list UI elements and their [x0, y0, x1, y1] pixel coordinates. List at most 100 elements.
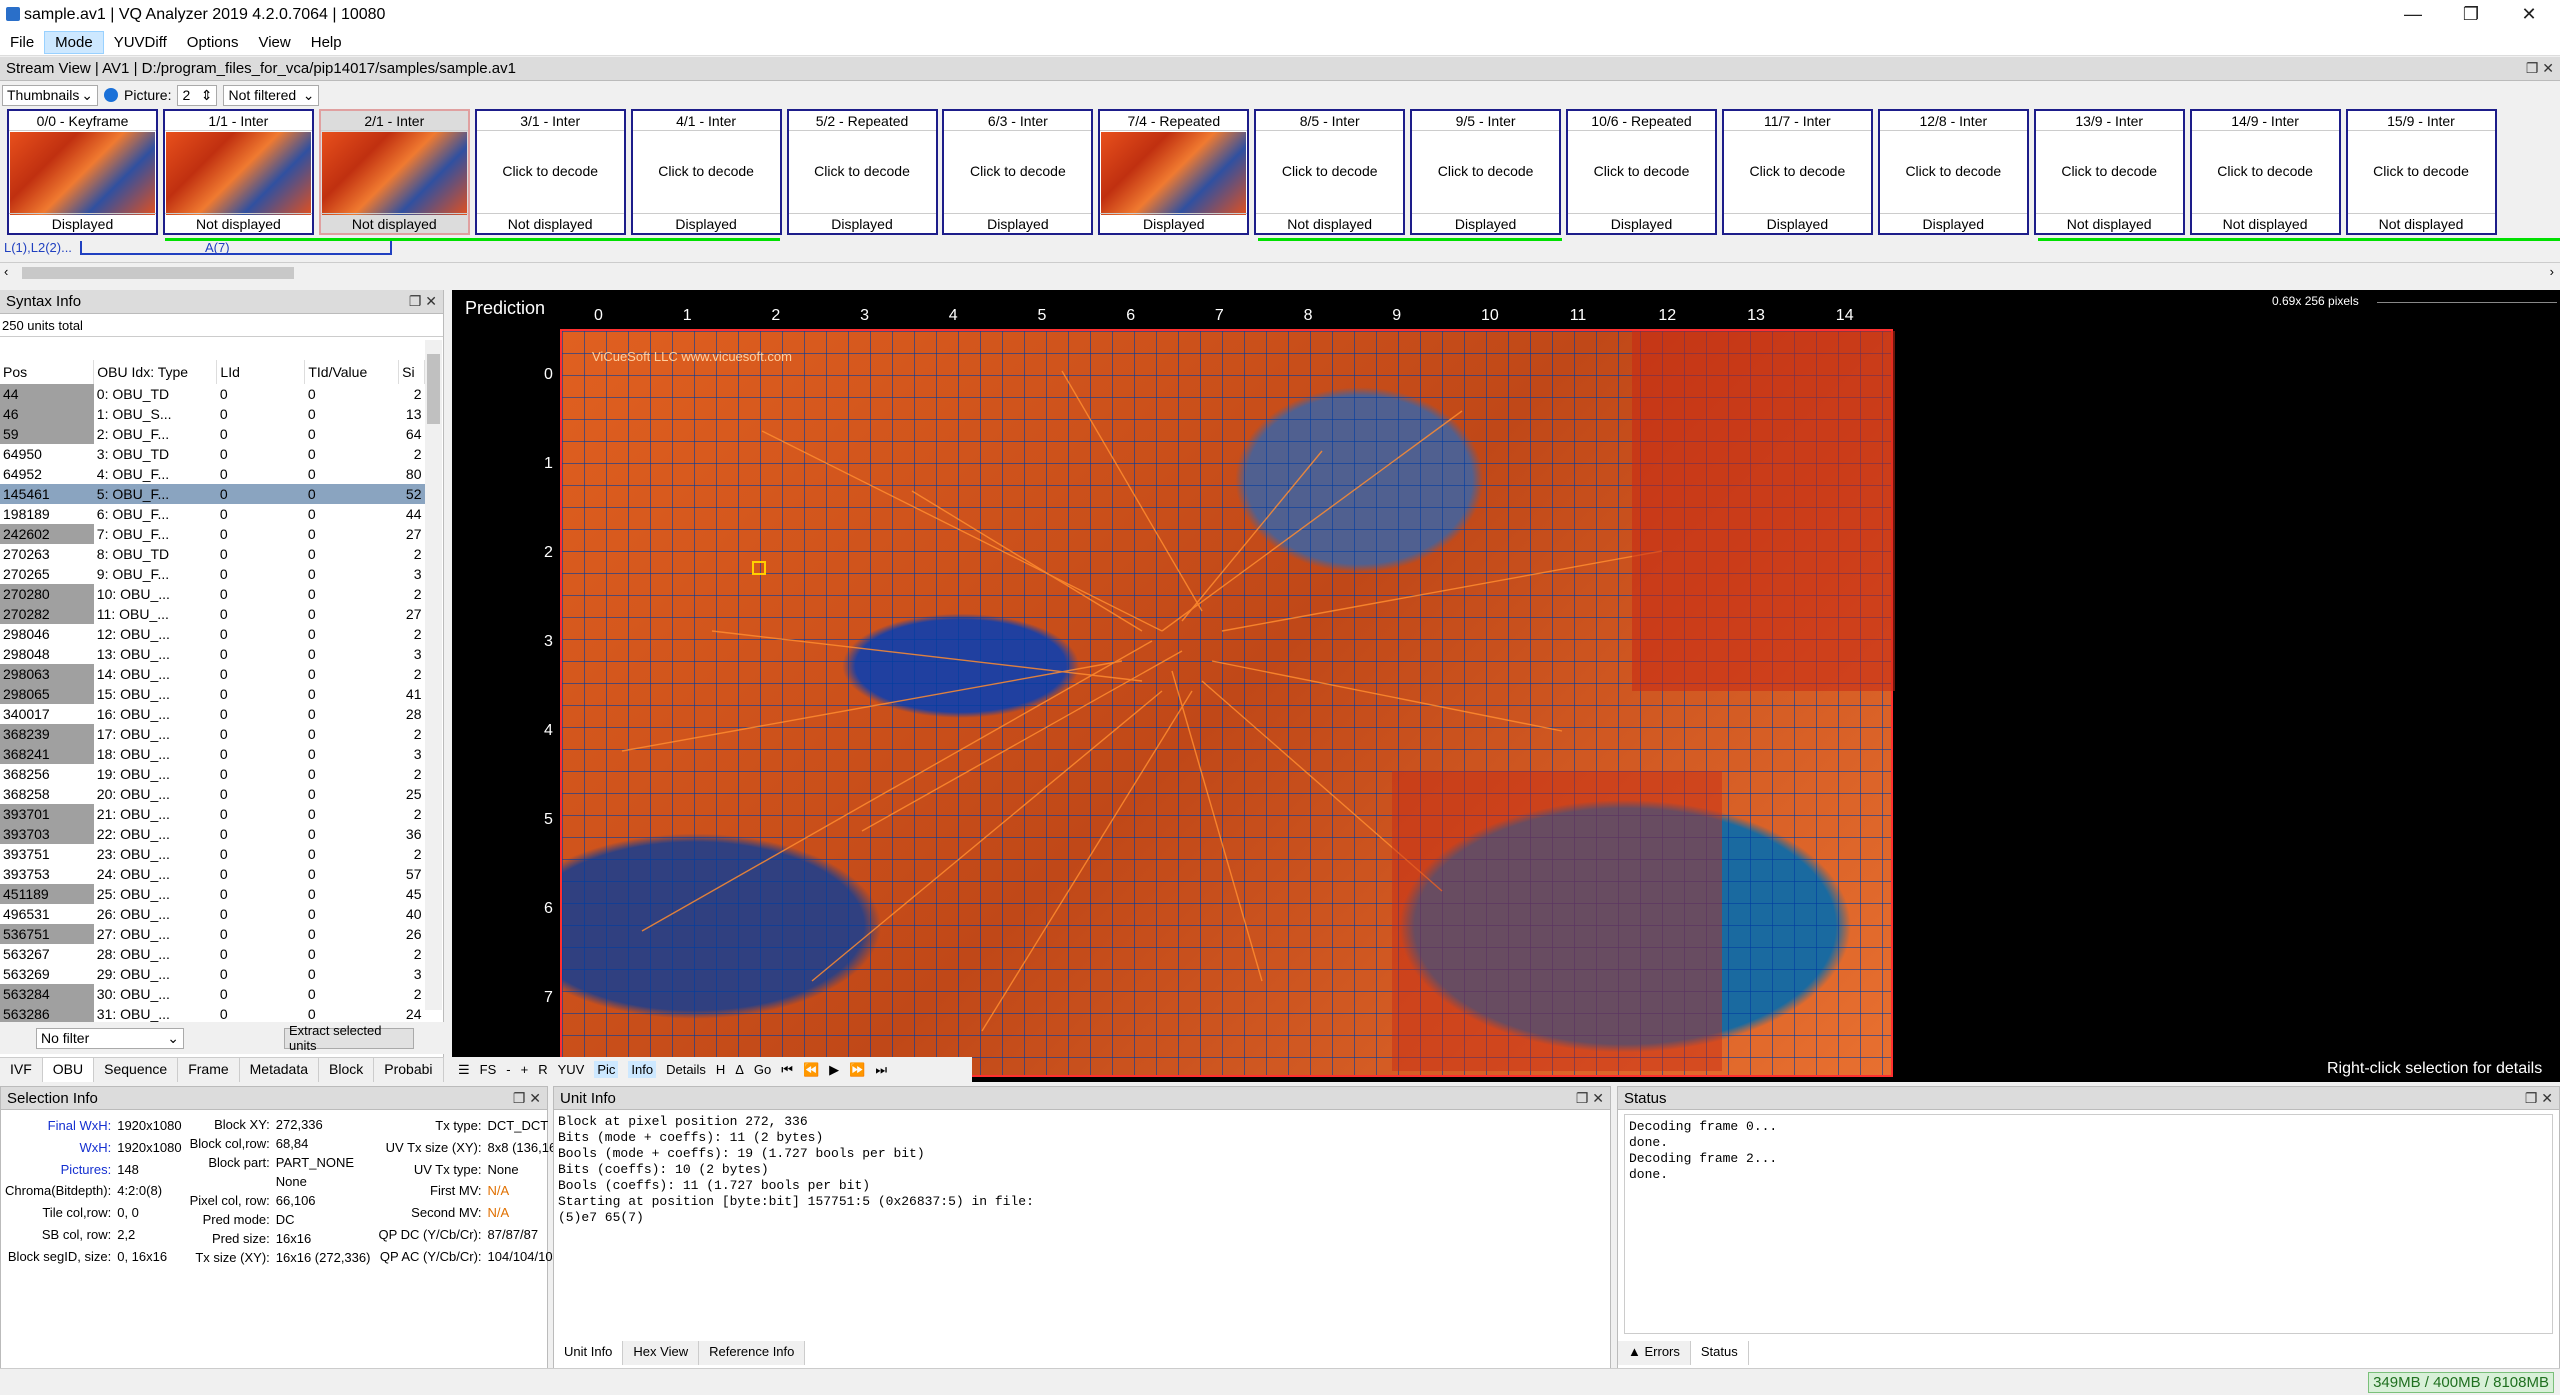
- menu-options[interactable]: Options: [177, 32, 249, 53]
- tab-probabi[interactable]: Probabi: [374, 1058, 444, 1082]
- table-row[interactable]: 393703 22: OBU_... 0 0 36: [0, 824, 425, 844]
- table-row[interactable]: 368258 20: OBU_... 0 0 25: [0, 784, 425, 804]
- scroll-thumb[interactable]: [22, 267, 294, 279]
- prev-frame-icon[interactable]: ⏪: [803, 1062, 819, 1078]
- table-row[interactable]: 298048 13: OBU_... 0 0 3: [0, 644, 425, 664]
- table-row[interactable]: 298065 15: OBU_... 0 0 41: [0, 684, 425, 704]
- menu-file[interactable]: File: [0, 32, 44, 53]
- last-frame-icon[interactable]: ⏭: [875, 1062, 887, 1078]
- panel-controls[interactable]: ❐ ✕: [2525, 1090, 2553, 1107]
- table-row[interactable]: 368256 19: OBU_... 0 0 2: [0, 764, 425, 784]
- thumbnail-frame[interactable]: 2/1 - Inter Not displayed: [318, 109, 470, 235]
- table-row[interactable]: 298046 12: OBU_... 0 0 2: [0, 624, 425, 644]
- panel-controls[interactable]: ❐ ✕: [513, 1090, 541, 1107]
- tab-ivf[interactable]: IVF: [0, 1058, 43, 1082]
- table-row[interactable]: 242602 7: OBU_F... 0 0 27: [0, 524, 425, 544]
- table-row[interactable]: 270282 11: OBU_... 0 0 27: [0, 604, 425, 624]
- prediction-frame[interactable]: ViCueSoft LLC www.vicuesoft.com: [560, 329, 1895, 1077]
- table-row[interactable]: 451189 25: OBU_... 0 0 45: [0, 884, 425, 904]
- panel-controls[interactable]: ❐ ✕: [409, 293, 437, 310]
- table-row[interactable]: 563267 28: OBU_... 0 0 2: [0, 944, 425, 964]
- table-row[interactable]: 64950 3: OBU_TD 0 0 2: [0, 444, 425, 464]
- table-row[interactable]: 298063 14: OBU_... 0 0 2: [0, 664, 425, 684]
- thumbnail-frame[interactable]: 0/0 - Keyframe Displayed: [7, 109, 158, 235]
- view-mode-select[interactable]: Thumbnails ⌄: [2, 84, 98, 106]
- table-row[interactable]: 563269 29: OBU_... 0 0 3: [0, 964, 425, 984]
- tab-sequence[interactable]: Sequence: [94, 1058, 179, 1082]
- toolbar-btn-1[interactable]: -: [506, 1062, 510, 1077]
- first-frame-icon[interactable]: ⏮: [781, 1062, 793, 1078]
- table-row[interactable]: 145461 5: OBU_F... 0 0 52: [0, 484, 425, 504]
- menu-help[interactable]: Help: [301, 32, 352, 53]
- syntax-scrollbar[interactable]: [425, 340, 442, 1010]
- column-header[interactable]: Si: [398, 360, 425, 384]
- sync-icon[interactable]: [104, 88, 118, 102]
- column-header[interactable]: OBU Idx: Type: [93, 360, 218, 384]
- table-row[interactable]: 59 2: OBU_F... 0 0 64: [0, 424, 425, 444]
- table-row[interactable]: 64952 4: OBU_F... 0 0 80: [0, 464, 425, 484]
- thumbnail-frame[interactable]: 6/3 - Inter Click to decode Displayed: [942, 109, 1094, 235]
- extract-units-button[interactable]: Extract selected units: [284, 1023, 414, 1053]
- tab-obu[interactable]: OBU: [42, 1058, 95, 1082]
- zoom-slider[interactable]: [2377, 302, 2557, 303]
- table-row[interactable]: 536751 27: OBU_... 0 0 26: [0, 924, 425, 944]
- scroll-thumb[interactable]: [427, 354, 440, 424]
- toolbar-btn-10[interactable]: Go: [754, 1062, 771, 1077]
- column-header[interactable]: Pos: [0, 360, 95, 384]
- table-row[interactable]: 340017 16: OBU_... 0 0 28: [0, 704, 425, 724]
- thumbnail-frame[interactable]: 9/5 - Inter Click to decode Displayed: [1410, 109, 1562, 235]
- tab-reference-info[interactable]: Reference Info: [699, 1341, 806, 1365]
- table-row[interactable]: 496531 26: OBU_... 0 0 40: [0, 904, 425, 924]
- panel-controls[interactable]: ❐ ✕: [1576, 1090, 1604, 1107]
- thumbnail-frame[interactable]: 10/6 - Repeated Click to decode Displayed: [1566, 109, 1717, 235]
- unit-filter-select[interactable]: No filter ⌄: [36, 1027, 184, 1049]
- table-row[interactable]: 393701 21: OBU_... 0 0 2: [0, 804, 425, 824]
- table-row[interactable]: 368239 17: OBU_... 0 0 2: [0, 724, 425, 744]
- tab-status[interactable]: Status: [1690, 1341, 1749, 1365]
- filter-select[interactable]: Not filtered ⌄: [223, 84, 320, 106]
- thumbnail-frame[interactable]: 12/8 - Inter Click to decode Displayed: [1877, 109, 2029, 235]
- tab-metadata[interactable]: Metadata: [239, 1058, 320, 1082]
- menu-icon[interactable]: ☰: [458, 1062, 470, 1078]
- maximize-button[interactable]: ❐: [2442, 0, 2500, 29]
- tab-errors[interactable]: ▲ Errors: [1618, 1341, 1691, 1365]
- thumbnail-frame[interactable]: 5/2 - Repeated Click to decode Displayed: [786, 109, 938, 235]
- menu-view[interactable]: View: [248, 32, 300, 53]
- toolbar-btn-3[interactable]: R: [538, 1062, 547, 1077]
- toolbar-btn-4[interactable]: YUV: [558, 1062, 585, 1077]
- tab-frame[interactable]: Frame: [178, 1058, 240, 1082]
- table-row[interactable]: 393751 23: OBU_... 0 0 2: [0, 844, 425, 864]
- table-row[interactable]: 270263 8: OBU_TD 0 0 2: [0, 544, 425, 564]
- toolbar-btn-7[interactable]: Details: [666, 1062, 706, 1077]
- panel-controls[interactable]: ❐ ✕: [2526, 60, 2554, 77]
- toolbar-btn-9[interactable]: Δ: [735, 1062, 744, 1077]
- tab-unit-info[interactable]: Unit Info: [554, 1341, 624, 1365]
- table-row[interactable]: 198189 6: OBU_F... 0 0 44: [0, 504, 425, 524]
- thumbnail-frame[interactable]: 13/9 - Inter Click to decode Not displayed: [2033, 109, 2185, 235]
- play-icon[interactable]: ▶: [829, 1062, 839, 1078]
- thumbnail-frame[interactable]: 11/7 - Inter Click to decode Displayed: [1721, 109, 1873, 235]
- menu-yuvdiff[interactable]: YUVDiff: [104, 32, 177, 53]
- close-button[interactable]: ✕: [2500, 0, 2558, 29]
- toolbar-btn-6[interactable]: Info: [628, 1061, 657, 1078]
- thumbnail-frame[interactable]: 3/1 - Inter Click to decode Not displayed: [474, 109, 626, 235]
- thumbnail-frame[interactable]: 14/9 - Inter Click to decode Not displayed: [2189, 109, 2341, 235]
- toolbar-btn-0[interactable]: FS: [480, 1062, 497, 1077]
- table-row[interactable]: 44 0: OBU_TD 0 0 2: [0, 384, 425, 404]
- table-row[interactable]: 368241 18: OBU_... 0 0 3: [0, 744, 425, 764]
- thumbnail-frame[interactable]: 8/5 - Inter Click to decode Not displayed: [1254, 109, 1406, 235]
- thumbnail-scrollbar[interactable]: ‹ ›: [0, 262, 2560, 282]
- next-frame-icon[interactable]: ⏩: [849, 1062, 865, 1078]
- toolbar-btn-8[interactable]: H: [716, 1062, 725, 1077]
- tab-block[interactable]: Block: [319, 1058, 375, 1082]
- table-row[interactable]: 270280 10: OBU_... 0 0 2: [0, 584, 425, 604]
- menu-mode[interactable]: Mode: [44, 30, 104, 54]
- thumbnail-frame[interactable]: 7/4 - Repeated Displayed: [1098, 109, 1250, 235]
- thumbnail-frame[interactable]: 1/1 - Inter Not displayed: [162, 109, 314, 235]
- table-row[interactable]: 270265 9: OBU_F... 0 0 3: [0, 564, 425, 584]
- table-row[interactable]: 393753 24: OBU_... 0 0 57: [0, 864, 425, 884]
- thumbnail-frame[interactable]: 4/1 - Inter Click to decode Displayed: [630, 109, 782, 235]
- toolbar-btn-2[interactable]: +: [521, 1062, 529, 1077]
- tab-hex-view[interactable]: Hex View: [623, 1341, 700, 1365]
- picture-spinner[interactable]: 2 ⇕: [177, 84, 218, 106]
